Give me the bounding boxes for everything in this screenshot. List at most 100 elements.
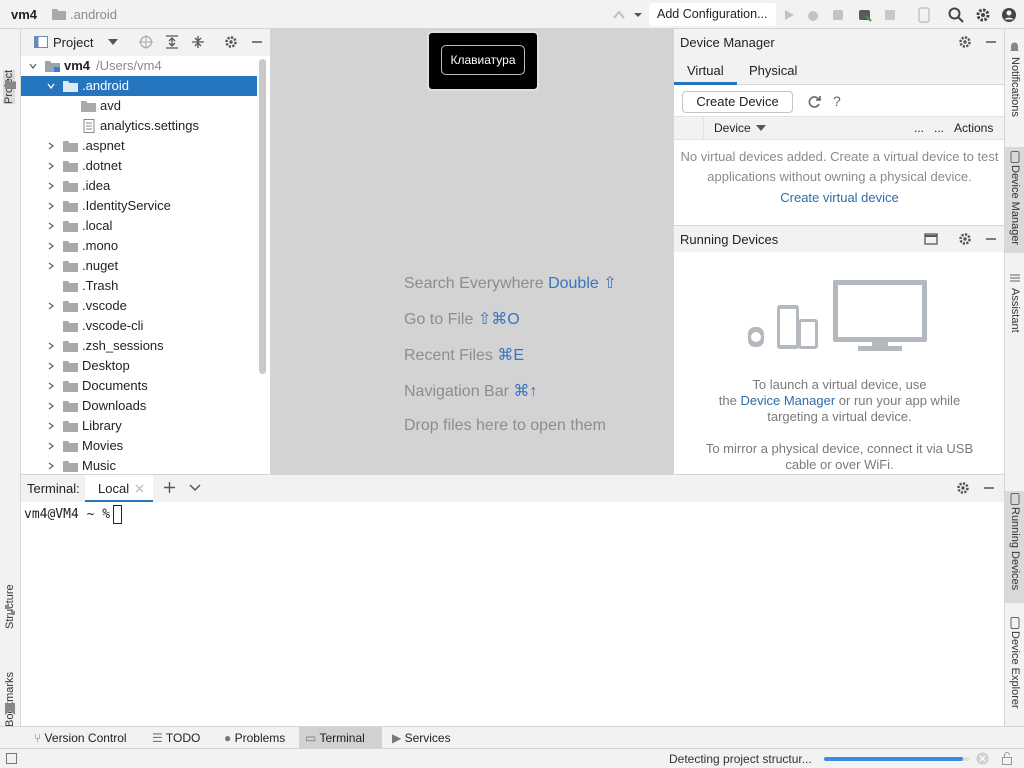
breadcrumb-folder[interactable]: .android xyxy=(70,7,117,22)
tab-local[interactable]: Local xyxy=(85,475,153,502)
chevron-right-icon[interactable] xyxy=(47,402,55,410)
tree-item[interactable]: .zsh_sessions xyxy=(21,336,257,356)
new-tab-icon[interactable] xyxy=(163,481,176,494)
debug-icon[interactable] xyxy=(804,6,822,24)
chevron-right-icon[interactable] xyxy=(47,162,55,170)
tab-version-control[interactable]: ⑂ Version Control xyxy=(28,727,133,749)
project-tree-scrollbar[interactable] xyxy=(259,59,266,374)
chevron-right-icon[interactable] xyxy=(47,202,55,210)
tab-todo[interactable]: ☰ TODO xyxy=(146,727,206,749)
tree-item[interactable]: .nuget xyxy=(21,256,257,276)
chevron-right-icon[interactable] xyxy=(47,382,55,390)
run-icon[interactable] xyxy=(780,6,798,24)
tree-root[interactable]: vm4 /Users/vm4 xyxy=(21,56,257,76)
chevron-right-icon[interactable] xyxy=(47,262,55,270)
search-icon[interactable] xyxy=(947,6,965,24)
tool-window-assistant[interactable]: Assistant xyxy=(1009,288,1021,333)
create-virtual-device-link[interactable]: Create virtual device xyxy=(674,190,1005,205)
gear-icon[interactable] xyxy=(958,35,972,49)
gear-icon[interactable] xyxy=(958,232,972,246)
tool-window-notifications[interactable]: Notifications xyxy=(1009,57,1021,117)
vcs-update-icon[interactable] xyxy=(610,6,628,24)
column-dots-1[interactable]: ... xyxy=(914,121,924,135)
device-manager-link[interactable]: Device Manager xyxy=(741,393,836,408)
lock-icon[interactable] xyxy=(1002,752,1012,765)
tool-window-device-explorer[interactable]: Device Explorer xyxy=(1009,631,1021,709)
tab-problems[interactable]: ● Problems xyxy=(218,727,291,749)
close-icon[interactable] xyxy=(135,484,144,493)
tree-item[interactable]: Library xyxy=(21,416,257,436)
chevron-right-icon[interactable] xyxy=(47,342,55,350)
tool-window-device-manager[interactable]: Device Manager xyxy=(1009,165,1021,245)
gear-icon[interactable] xyxy=(224,35,238,49)
chevron-right-icon[interactable] xyxy=(47,442,55,450)
chevron-right-icon[interactable] xyxy=(47,142,55,150)
tree-item[interactable]: Documents xyxy=(21,376,257,396)
chevron-right-icon[interactable] xyxy=(47,462,55,470)
tab-terminal[interactable]: ▭ Terminal xyxy=(299,727,382,749)
maximize-icon[interactable] xyxy=(924,232,938,246)
editor-area[interactable]: Клавиатура Search Everywhere Double ⇧ Go… xyxy=(271,29,673,474)
refresh-icon[interactable] xyxy=(807,94,822,109)
tree-item[interactable]: Downloads xyxy=(21,396,257,416)
chevron-down-icon[interactable] xyxy=(47,82,55,90)
stop-icon[interactable] xyxy=(881,6,899,24)
collapse-all-icon[interactable] xyxy=(191,35,205,49)
chevron-down-icon[interactable] xyxy=(189,483,201,493)
gear-icon[interactable] xyxy=(956,481,970,495)
help-icon[interactable]: ? xyxy=(833,93,841,109)
sync-gradle-icon[interactable] xyxy=(856,6,874,24)
tree-item[interactable]: .idea xyxy=(21,176,257,196)
chevron-down-icon[interactable] xyxy=(629,6,647,24)
tree-item[interactable]: .local xyxy=(21,216,257,236)
chevron-down-icon[interactable] xyxy=(108,38,118,46)
tree-item[interactable]: Movies xyxy=(21,436,257,456)
profile-icon[interactable] xyxy=(829,6,847,24)
sort-down-icon[interactable] xyxy=(756,125,766,132)
chevron-right-icon[interactable] xyxy=(47,222,55,230)
tree-item[interactable]: .Trash xyxy=(21,276,257,296)
chevron-right-icon[interactable] xyxy=(47,302,55,310)
hide-panel-icon[interactable] xyxy=(982,481,996,495)
tree-item[interactable]: .android xyxy=(21,76,257,96)
select-opened-file-icon[interactable] xyxy=(139,35,153,49)
column-device[interactable]: Device xyxy=(714,121,751,135)
tree-item[interactable]: .aspnet xyxy=(21,136,257,156)
hide-panel-icon[interactable] xyxy=(984,232,998,246)
chevron-right-icon[interactable] xyxy=(47,422,55,430)
tab-services[interactable]: ▶ Services xyxy=(386,727,457,749)
device-mirror-icon[interactable] xyxy=(915,6,933,24)
background-task-status[interactable]: Detecting project structur... xyxy=(669,752,812,766)
tree-item[interactable]: Music xyxy=(21,456,257,474)
chevron-right-icon[interactable] xyxy=(47,242,55,250)
chevron-down-icon[interactable] xyxy=(29,62,37,70)
panel-toggle-icon[interactable] xyxy=(6,753,17,764)
gear-icon[interactable] xyxy=(974,6,992,24)
cancel-icon[interactable] xyxy=(976,752,989,765)
tree-item[interactable]: .vscode xyxy=(21,296,257,316)
add-configuration-button[interactable]: Add Configuration... xyxy=(649,3,776,26)
tree-item[interactable]: .mono xyxy=(21,236,257,256)
tree-item[interactable]: .vscode-cli xyxy=(21,316,257,336)
tree-item[interactable]: avd xyxy=(21,96,257,116)
create-device-button[interactable]: Create Device xyxy=(682,91,793,113)
column-dots-2[interactable]: ... xyxy=(934,121,944,135)
tree-item[interactable]: Desktop xyxy=(21,356,257,376)
keyboard-button[interactable]: Клавиатура xyxy=(441,45,525,75)
hide-panel-icon[interactable] xyxy=(250,35,264,49)
tab-physical[interactable]: Physical xyxy=(749,63,797,78)
account-icon[interactable] xyxy=(1000,6,1018,24)
project-view-selector[interactable]: Project xyxy=(53,35,93,50)
tree-item[interactable]: .dotnet xyxy=(21,156,257,176)
tool-window-bookmarks[interactable]: Bookmarks xyxy=(4,672,16,727)
chevron-right-icon[interactable] xyxy=(47,182,55,190)
tab-virtual[interactable]: Virtual xyxy=(687,63,724,78)
tool-window-running-devices[interactable]: Running Devices xyxy=(1009,507,1021,590)
tree-item[interactable]: .IdentityService xyxy=(21,196,257,216)
hide-panel-icon[interactable] xyxy=(984,35,998,49)
chevron-right-icon[interactable] xyxy=(47,362,55,370)
tree-item[interactable]: analytics.settings xyxy=(21,116,257,136)
terminal-prompt[interactable]: vm4@VM4 ~ % xyxy=(24,505,123,524)
expand-all-icon[interactable] xyxy=(165,35,179,49)
breadcrumb-project[interactable]: vm4 xyxy=(11,7,37,22)
